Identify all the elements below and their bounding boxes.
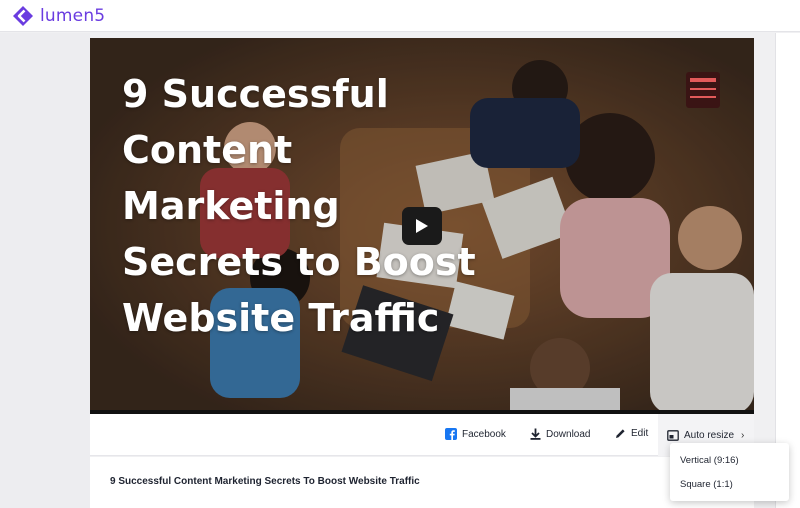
facebook-label: Facebook bbox=[462, 428, 506, 440]
facebook-icon bbox=[445, 428, 457, 440]
resize-dropdown-menu: Vertical (9:16) Square (1:1) bbox=[670, 443, 789, 501]
download-button[interactable]: Download bbox=[530, 428, 590, 440]
menu-item-square[interactable]: Square (1:1) bbox=[680, 479, 733, 490]
video-title-overlay: 9 Successful Content Marketing Secrets t… bbox=[122, 72, 476, 340]
edit-label: Edit bbox=[631, 428, 649, 439]
left-rail bbox=[0, 33, 90, 508]
app-name: lumen5 bbox=[40, 6, 106, 26]
scrollbar-track[interactable] bbox=[775, 33, 800, 508]
play-button[interactable] bbox=[402, 207, 442, 245]
top-bar: lumen5 bbox=[0, 0, 800, 32]
share-facebook-button[interactable]: Facebook bbox=[445, 428, 506, 440]
video-player[interactable]: 9 Successful Content Marketing Secrets t… bbox=[90, 38, 754, 414]
play-icon bbox=[416, 219, 428, 233]
download-label: Download bbox=[546, 428, 591, 440]
chevron-right-icon: › bbox=[741, 429, 745, 441]
video-description-title: 9 Successful Content Marketing Secrets T… bbox=[110, 476, 420, 487]
edit-button[interactable]: Edit bbox=[615, 428, 648, 439]
right-gutter bbox=[755, 33, 775, 508]
video-actions-bar: Facebook Download Edit Auto resize › bbox=[90, 414, 755, 456]
pencil-icon bbox=[616, 429, 625, 438]
resize-icon bbox=[667, 429, 679, 441]
lumen5-logo-icon bbox=[13, 6, 33, 26]
download-icon bbox=[530, 428, 541, 440]
lumen5-logo[interactable]: lumen5 bbox=[12, 5, 105, 27]
menu-item-vertical[interactable]: Vertical (9:16) bbox=[680, 455, 739, 466]
video-details: 9 Successful Content Marketing Secrets T… bbox=[90, 457, 754, 508]
auto-resize-label: Auto resize bbox=[684, 429, 735, 441]
